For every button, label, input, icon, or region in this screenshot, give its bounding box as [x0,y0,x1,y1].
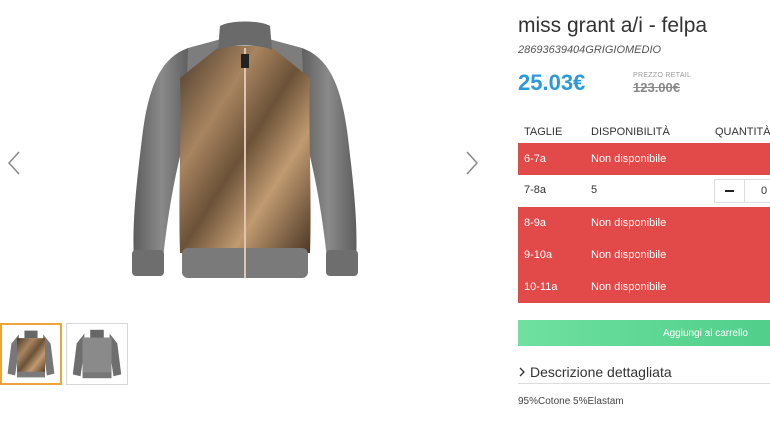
add-to-cart-button[interactable]: Aggiungi al carrello [518,320,770,346]
size-row: 9-10a Non disponibile [518,239,770,271]
product-info: miss grant a/i - felpa 28693639404GRIGIO… [518,0,770,435]
chevron-right-icon [466,151,479,175]
availability-label: Non disponibile [591,281,667,293]
chevron-left-icon [7,151,20,175]
header-quantity: QUANTITÀ [715,126,770,138]
sizes-table-header: TAGLIE DISPONIBILITÀ QUANTITÀ [518,126,770,142]
product-sku: 28693639404GRIGIOMEDIO [518,44,662,56]
thumbnail-back[interactable] [66,323,128,385]
availability-label: Non disponibile [591,217,667,229]
quantity-input[interactable] [744,179,770,203]
availability-label: Non disponibile [591,153,667,165]
retail-price-label: PREZZO RETAIL [633,72,692,79]
size-row: 6-7a Non disponibile [518,143,770,175]
prev-image-button[interactable] [4,148,24,178]
size-row: 10-11a Non disponibile [518,271,770,303]
retail-price: 123.00€ [633,80,680,95]
chevron-right-icon [519,367,525,377]
size-label: 10-11a [524,281,558,293]
availability-label: Non disponibile [591,249,667,261]
quantity-decrease-button[interactable] [714,179,744,203]
size-row: 8-9a Non disponibile [518,207,770,239]
size-label: 7-8a [524,184,547,196]
header-size: TAGLIE [524,126,563,138]
product-title: miss grant a/i - felpa [518,14,708,37]
header-availability: DISPONIBILITÀ [591,126,670,138]
product-composition: 95%Cotone 5%Elastam [518,396,624,407]
product-price: 25.03€ [518,70,586,95]
description-toggle[interactable]: Descrizione dettagliata [518,360,770,384]
product-gallery [0,0,500,435]
size-label: 9-10a [524,249,553,261]
size-row: 7-8a 5 [518,175,770,207]
thumbnail-front[interactable] [0,323,62,385]
availability-label: 5 [591,184,598,196]
size-label: 6-7a [524,153,547,165]
size-label: 8-9a [524,217,547,229]
minus-icon [725,190,734,192]
product-main-image [120,18,370,286]
next-image-button[interactable] [462,148,482,178]
description-label: Descrizione dettagliata [530,364,672,380]
